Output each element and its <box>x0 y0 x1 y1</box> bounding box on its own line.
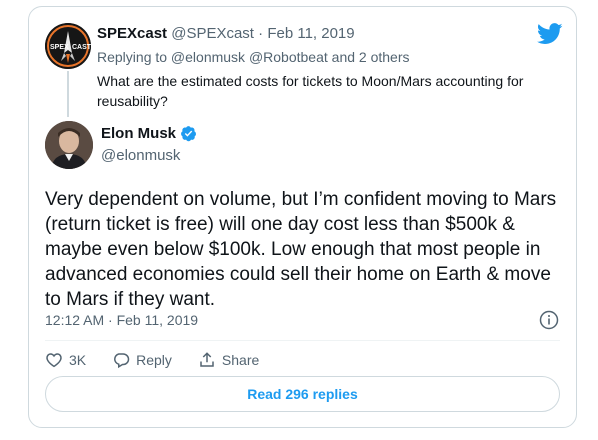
share-icon <box>200 352 214 367</box>
elon-musk-avatar[interactable] <box>45 121 93 169</box>
share-button[interactable]: Share <box>198 351 259 369</box>
action-bar: 3K Reply Share <box>45 351 285 369</box>
verified-badge-icon <box>181 126 197 142</box>
replying-to-line[interactable]: Replying to @elonmusk @Robotbeat and 2 o… <box>97 49 410 65</box>
twitter-bird-icon[interactable] <box>537 23 563 45</box>
like-button[interactable]: 3K <box>45 351 86 369</box>
reply-to-date[interactable]: Feb 11, 2019 <box>267 25 354 42</box>
reply-to-display-name[interactable]: SPEXcast <box>97 25 167 42</box>
info-icon[interactable] <box>539 310 559 330</box>
reply-to-text: What are the estimated costs for tickets… <box>97 73 524 109</box>
meta-separator: · <box>258 25 264 42</box>
like-count: 3K <box>69 352 87 368</box>
divider <box>45 340 560 341</box>
embedded-tweet-card: SPEX CAST SPEXcast @SPEXcast · Feb 11, 2… <box>28 6 577 428</box>
reply-to-header: SPEXcast @SPEXcast · Feb 11, 2019 <box>97 25 355 42</box>
tweet-text: Very dependent on volume, but I’m confid… <box>45 189 557 310</box>
reply-label: Reply <box>136 352 172 368</box>
author-handle[interactable]: @elonmusk <box>101 147 180 164</box>
reply-to-handle[interactable]: @SPEXcast <box>171 25 254 42</box>
thread-connector-line <box>67 71 69 117</box>
spexcast-avatar[interactable]: SPEX CAST <box>45 23 91 69</box>
svg-text:CAST: CAST <box>72 44 91 51</box>
author-name-row[interactable]: Elon Musk <box>101 125 197 142</box>
read-replies-button[interactable]: Read 296 replies <box>45 376 560 412</box>
author-display-name[interactable]: Elon Musk <box>101 125 176 142</box>
reply-button[interactable]: Reply <box>112 351 172 369</box>
tweet-timestamp[interactable]: 12:12 AM · Feb 11, 2019 <box>45 312 198 328</box>
heart-icon <box>46 353 62 368</box>
share-label: Share <box>221 352 260 368</box>
svg-text:SPEX: SPEX <box>50 44 69 51</box>
reply-bubble-icon <box>114 353 130 369</box>
